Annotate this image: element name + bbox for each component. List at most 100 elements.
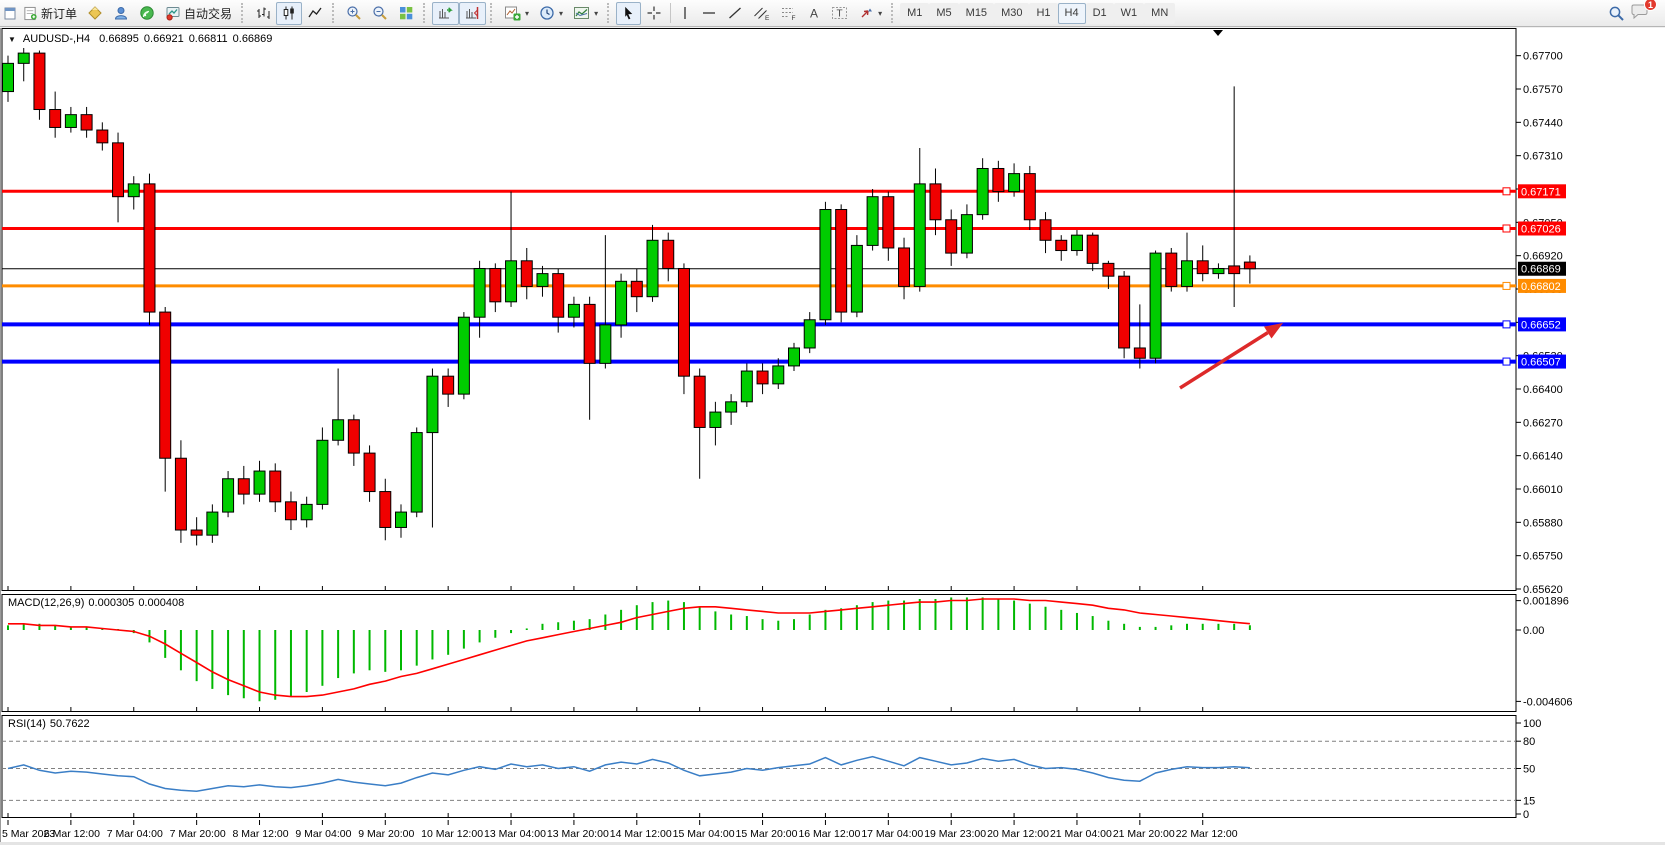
- quote-high: 0.66921: [144, 33, 184, 45]
- line-chart-mode-button[interactable]: [302, 2, 328, 25]
- svg-text:13 Mar 04:00: 13 Mar 04:00: [484, 828, 546, 840]
- timeframe-w1-button[interactable]: W1: [1114, 3, 1145, 24]
- zoom-out-button[interactable]: [367, 2, 393, 25]
- svg-text:15 Mar 20:00: 15 Mar 20:00: [736, 828, 798, 840]
- toolbar-separator: [670, 3, 671, 23]
- autotrade-button[interactable]: 自动交易: [160, 2, 237, 25]
- svg-text:0.66507: 0.66507: [1521, 357, 1561, 369]
- chart-menu-arrow-icon[interactable]: ▼: [8, 35, 16, 44]
- svg-text:0.67310: 0.67310: [1523, 151, 1563, 163]
- text-tool-button[interactable]: A: [802, 2, 826, 25]
- zoom-in-icon: [346, 5, 362, 21]
- vertical-line-icon: [679, 5, 691, 21]
- dropdown-arrow-icon: ▾: [594, 9, 598, 18]
- clock-icon: [539, 5, 555, 21]
- timeframe-m1-button[interactable]: M1: [900, 3, 929, 24]
- chart-shift-icon: [464, 5, 481, 21]
- arrow-objects-icon: [858, 5, 874, 21]
- fibonacci-icon: F: [780, 5, 797, 21]
- svg-text:A: A: [810, 7, 818, 21]
- horizontal-line-icon: [701, 5, 717, 21]
- crosshair-tool-button[interactable]: [641, 2, 667, 25]
- cursor-tool-button[interactable]: [616, 2, 641, 25]
- trendline-icon: [727, 5, 743, 21]
- timeframe-d1-button[interactable]: D1: [1086, 3, 1114, 24]
- new-order-button[interactable]: 新订单: [18, 2, 82, 25]
- toolbar-grip: [332, 3, 337, 23]
- tile-windows-icon: [398, 5, 414, 21]
- timeframe-mn-button[interactable]: MN: [1144, 3, 1175, 24]
- quote-close: 0.66869: [233, 33, 273, 45]
- rsi-name-label: RSI(14): [8, 718, 46, 730]
- svg-text:0.67700: 0.67700: [1523, 51, 1563, 63]
- horizontal-line-tool-button[interactable]: [696, 2, 722, 25]
- auto-scroll-icon: [437, 5, 454, 21]
- signal-icon: [139, 5, 155, 21]
- auto-scroll-button[interactable]: [432, 2, 459, 25]
- indicators-button[interactable]: ▾: [499, 2, 534, 25]
- svg-text:0.65880: 0.65880: [1523, 517, 1563, 529]
- svg-text:0.67026: 0.67026: [1521, 223, 1561, 235]
- timeframe-m15-button[interactable]: M15: [959, 3, 994, 24]
- rsi-header: RSI(14) 50.7622: [8, 718, 90, 730]
- svg-text:16 Mar 12:00: 16 Mar 12:00: [798, 828, 860, 840]
- svg-text:15: 15: [1523, 795, 1535, 807]
- bar-chart-mode-button[interactable]: [250, 2, 276, 25]
- mt4-terminal: { "toolbar": { "new_order": { "label": "…: [0, 0, 1665, 845]
- fibonacci-tool-button[interactable]: F: [775, 2, 802, 25]
- trendline-tool-button[interactable]: [722, 2, 748, 25]
- dropdown-arrow-icon: ▾: [559, 9, 563, 18]
- svg-text:0.66869: 0.66869: [1521, 264, 1561, 276]
- notifications-button[interactable]: 1: [1630, 3, 1649, 23]
- arrows-tool-button[interactable]: ▾: [853, 2, 887, 25]
- svg-text:8 Mar 12:00: 8 Mar 12:00: [233, 828, 289, 840]
- chart-panels: [0, 28, 1665, 845]
- timeframe-m5-button[interactable]: M5: [929, 3, 958, 24]
- svg-text:13 Mar 20:00: 13 Mar 20:00: [547, 828, 609, 840]
- community-button[interactable]: [108, 2, 134, 25]
- text-label-tool-button[interactable]: T: [826, 2, 853, 25]
- svg-text:0.00: 0.00: [1523, 625, 1544, 637]
- crosshair-icon: [646, 5, 662, 21]
- svg-text:0.65620: 0.65620: [1523, 584, 1563, 596]
- svg-text:E: E: [765, 15, 770, 21]
- timeframe-h4-button[interactable]: H4: [1058, 3, 1086, 24]
- svg-text:F: F: [792, 15, 796, 21]
- templates-button[interactable]: ▾: [568, 2, 603, 25]
- svg-text:0.67570: 0.67570: [1523, 84, 1563, 96]
- svg-text:0.66010: 0.66010: [1523, 484, 1563, 496]
- svg-text:7 Mar 20:00: 7 Mar 20:00: [170, 828, 226, 840]
- channel-tool-button[interactable]: E: [748, 2, 775, 25]
- timeframe-h1-button[interactable]: H1: [1029, 3, 1057, 24]
- toolbar-grip: [891, 3, 896, 23]
- dropdown-arrow-icon: ▾: [878, 9, 882, 18]
- zoom-in-button[interactable]: [341, 2, 367, 25]
- svg-text:10 Mar 12:00: 10 Mar 12:00: [421, 828, 483, 840]
- svg-text:0: 0: [1523, 809, 1529, 821]
- svg-text:0.67171: 0.67171: [1521, 186, 1561, 198]
- bar-chart-icon: [255, 5, 271, 21]
- autotrade-icon: [165, 5, 181, 21]
- search-button[interactable]: [1603, 2, 1630, 25]
- line-chart-icon: [307, 5, 323, 21]
- vertical-line-tool-button[interactable]: [674, 2, 696, 25]
- chart-shift-button[interactable]: [459, 2, 486, 25]
- svg-text:17 Mar 04:00: 17 Mar 04:00: [861, 828, 923, 840]
- equidistant-channel-icon: E: [753, 5, 770, 21]
- svg-text:21 Mar 04:00: 21 Mar 04:00: [1050, 828, 1112, 840]
- timeframe-m30-button[interactable]: M30: [994, 3, 1029, 24]
- candlestick-icon: [281, 5, 297, 21]
- market-button[interactable]: [82, 2, 108, 25]
- cursor-icon: [621, 5, 636, 21]
- svg-text:6 Mar 12:00: 6 Mar 12:00: [44, 828, 100, 840]
- quote-low: 0.66811: [189, 33, 228, 45]
- candlestick-mode-button[interactable]: [276, 2, 302, 25]
- rsi-value: 50.7622: [50, 718, 90, 730]
- toolbar-grip: [423, 3, 428, 23]
- periods-button[interactable]: ▾: [534, 2, 568, 25]
- tile-windows-button[interactable]: [393, 2, 419, 25]
- signals-button[interactable]: [134, 2, 160, 25]
- svg-text:80: 80: [1523, 736, 1535, 748]
- new-order-icon: [23, 6, 38, 21]
- svg-text:0.66270: 0.66270: [1523, 417, 1563, 429]
